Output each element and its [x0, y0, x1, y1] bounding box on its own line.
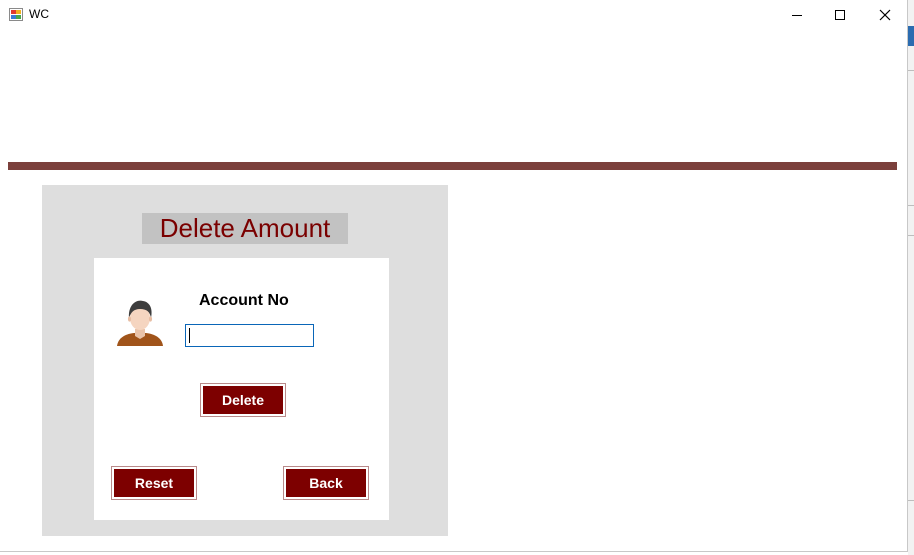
title-bar: WC [0, 0, 908, 30]
page-title: Delete Amount [142, 213, 348, 244]
app-icon [9, 8, 23, 21]
maximize-icon [835, 10, 845, 20]
text-cursor [189, 328, 190, 343]
minimize-icon [792, 15, 802, 16]
close-button[interactable] [862, 0, 908, 30]
back-button[interactable]: Back [283, 466, 369, 500]
close-icon [879, 9, 891, 21]
delete-button[interactable]: Delete [200, 383, 286, 417]
header-divider [8, 162, 897, 170]
account-no-input[interactable] [185, 324, 314, 347]
window-title: WC [29, 7, 49, 21]
account-no-label: Account No [199, 292, 289, 309]
maximize-button[interactable] [817, 0, 863, 30]
minimize-button[interactable] [774, 0, 820, 30]
reset-button[interactable]: Reset [111, 466, 197, 500]
background-window-edge [908, 0, 914, 555]
app-window: WC Delete Amount Account No Delete Reset… [0, 0, 908, 552]
user-avatar-icon [117, 300, 163, 346]
